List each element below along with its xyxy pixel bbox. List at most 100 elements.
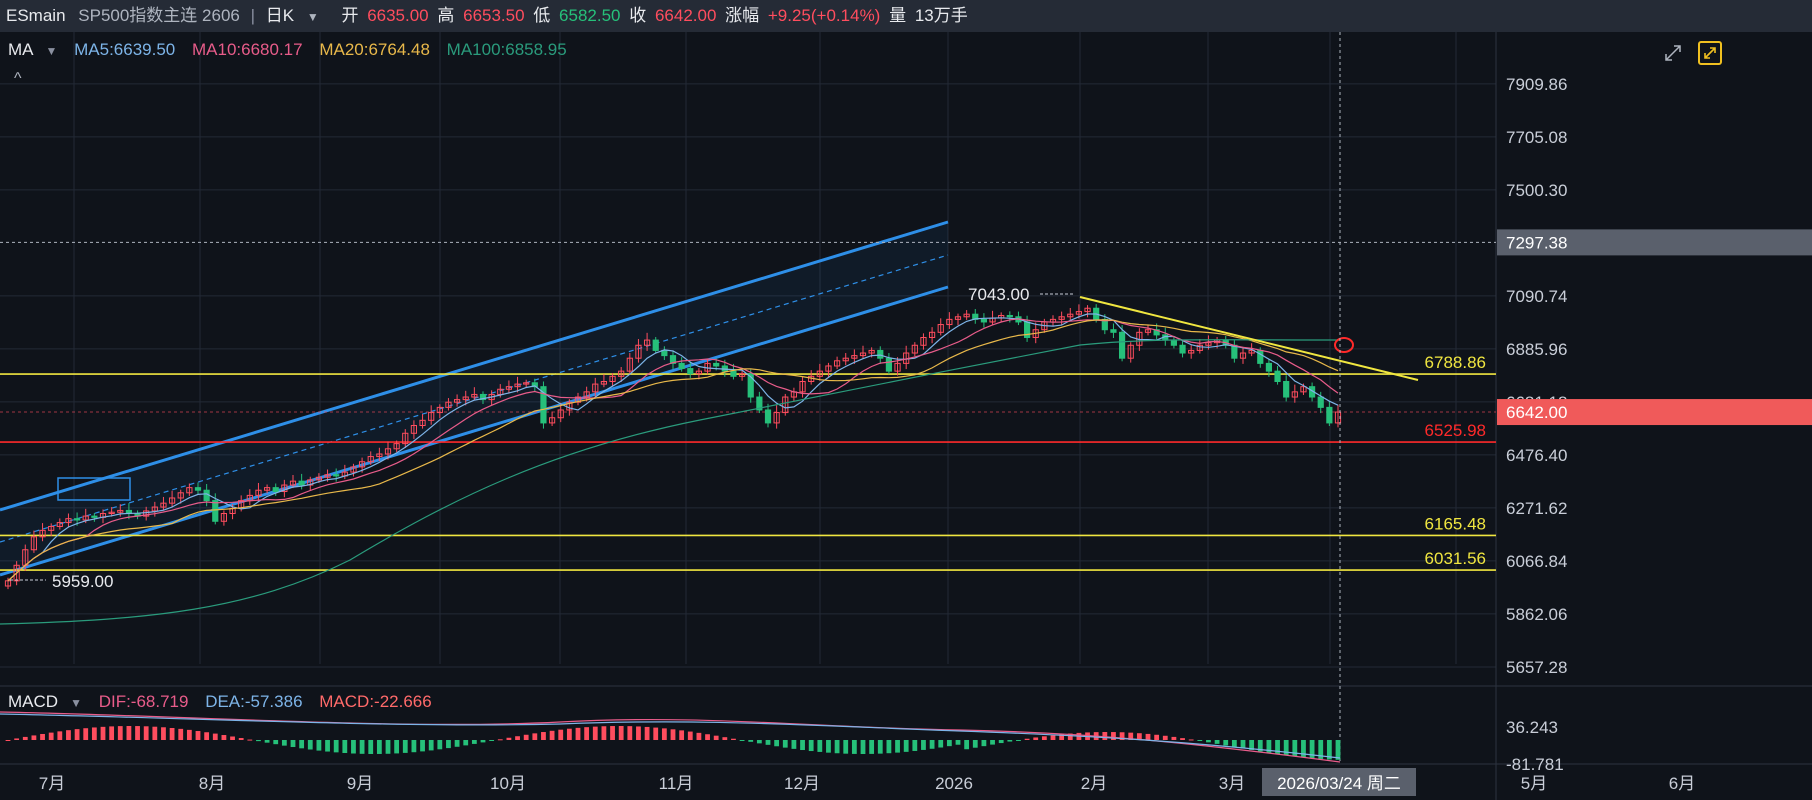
macd-bar [523,734,529,740]
macd-bar [428,740,434,751]
price-tick-label: 7705.08 [1506,128,1567,147]
collapse-chevron-icon[interactable]: ^ [14,70,22,88]
symbol-code[interactable]: ESmain [6,0,66,32]
candle-body [730,370,737,377]
macd-bar [83,728,89,740]
macd-value: MACD:-22.666 [319,692,432,711]
macd-bar [644,726,650,740]
macd-bar [808,740,814,752]
macd-bar [955,740,961,745]
macd-bar [584,727,590,740]
macd-bar [22,736,28,740]
date-tick-label: 10月 [490,774,526,793]
period-selector[interactable]: 日K [266,0,294,32]
macd-bar [661,728,667,740]
date-tick-label: 7月 [39,774,65,793]
sub-indicator-name[interactable]: MACD [8,692,58,711]
macd-bar [143,726,149,740]
macd-bar [40,733,45,740]
macd-bar [592,726,598,740]
macd-bar [169,727,175,740]
macd-bar [186,729,192,740]
candlestick-chart[interactable]: 6788.86 6525.98 6165.48 6031.56 7043.00 5959.… [0,32,1812,800]
macd-bar [791,740,797,749]
candle-body [1170,339,1178,346]
candle-body [272,487,279,493]
macd-bar [1171,736,1177,740]
macd-bar [117,726,123,740]
macd-bar [1041,736,1047,740]
macd-bar [834,740,840,754]
macd-bar [1007,740,1013,742]
date-tick-label: 2026 [935,774,973,793]
chevron-down-icon[interactable]: ▼ [70,696,82,710]
level-label: 6525.98 [1425,421,1486,440]
macd-bar [869,740,875,754]
chevron-down-icon[interactable]: ▼ [307,1,319,33]
level-label: 6788.86 [1425,353,1486,372]
macd-bar [765,740,771,745]
volume-label: 量 [889,6,907,25]
chevron-down-icon[interactable]: ▼ [46,44,58,58]
price-tick-label: 6885.96 [1506,340,1567,359]
divider: | [250,6,256,25]
macd-bar [48,732,54,740]
macd-bar [1024,738,1030,740]
macd-bar [351,740,356,754]
macd-bar [1301,740,1306,758]
macd-bar [964,740,970,750]
price-tick-label: 5862.06 [1506,605,1567,624]
macd-bar [627,726,633,740]
macd-bar [204,732,210,740]
macd-bar [506,737,512,740]
macd-bar [126,726,132,740]
macd-bar [161,727,166,740]
macd-bar [696,732,702,740]
candle-body [1118,331,1126,359]
date-tick-label: 6月 [1669,774,1695,793]
candle-body [194,487,202,491]
macd-bar [91,727,97,740]
macd-bar [705,734,710,740]
macd-bar [299,740,305,749]
macd-bar [359,740,365,754]
high-annotation: 7043.00 [968,285,1029,304]
macd-bar [281,740,287,746]
change-label: 涨幅 [725,6,760,25]
current-price-label: 6642.00 [1506,403,1567,422]
low-value: 6582.50 [559,6,621,25]
macd-bar [109,726,115,740]
expand-icon[interactable] [1662,42,1684,64]
macd-bar [1197,740,1203,741]
main-indicator-name[interactable]: MA [8,40,34,59]
marker-circle [1334,337,1354,353]
macd-bar [782,740,788,748]
symbol-name: SP500指数主连 2606 [78,6,240,25]
price-tick-label: 7090.74 [1506,287,1567,306]
macd-bar [998,740,1004,744]
macd-bar [325,740,330,752]
macd-bar [420,740,425,752]
macd-bar [739,740,745,741]
macd-bar [670,729,676,740]
macd-bar [463,740,469,746]
macd-bar [756,740,762,744]
macd-bar [1231,740,1237,747]
candle-body [764,409,772,424]
macd-bar [558,729,564,740]
fullscreen-icon[interactable] [1698,41,1722,65]
level-label: 6031.56 [1425,549,1486,568]
dif-value: DIF:-68.719 [98,692,189,711]
candle-body [652,339,659,351]
macd-bar [178,728,184,740]
macd-bar [981,740,987,747]
ma10-value: MA10:6680.17 [192,40,303,59]
low-annotation: 5959.00 [52,572,113,591]
macd-bar [454,740,460,747]
macd-bar [316,740,322,751]
macd-bar [843,740,849,754]
date-tick-label: 12月 [784,774,820,793]
macd-bar [5,740,11,741]
macd-bar [946,740,952,747]
macd-bar [1206,740,1211,743]
